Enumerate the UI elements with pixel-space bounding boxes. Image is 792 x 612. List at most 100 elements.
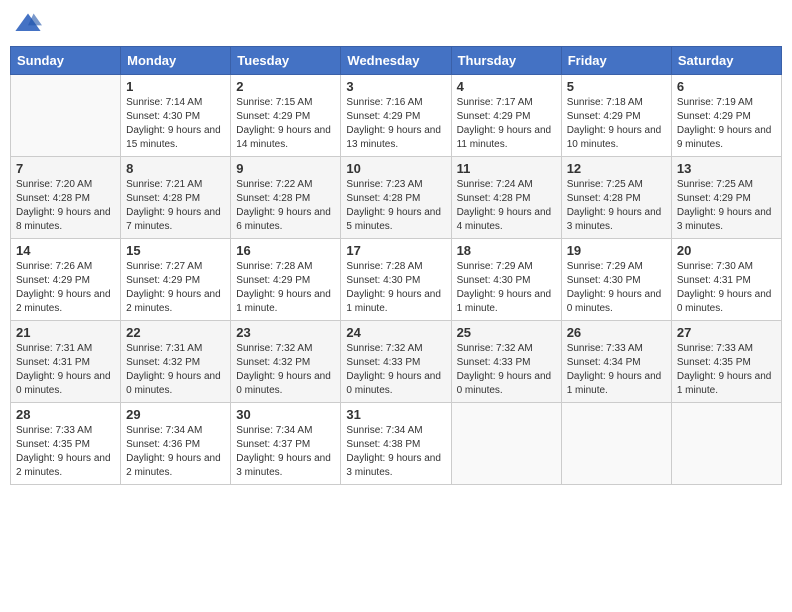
day-info: Sunrise: 7:26 AMSunset: 4:29 PMDaylight:… xyxy=(16,260,115,316)
day-number: 18 xyxy=(457,243,556,258)
day-number: 28 xyxy=(16,407,115,422)
day-number: 14 xyxy=(16,243,115,258)
day-info: Sunrise: 7:28 AMSunset: 4:30 PMDaylight:… xyxy=(346,260,445,316)
calendar-day-cell: 9 Sunrise: 7:22 AMSunset: 4:28 PMDaylight… xyxy=(231,157,341,239)
day-info: Sunrise: 7:32 AMSunset: 4:33 PMDaylight:… xyxy=(346,342,445,398)
calendar-day-cell: 11 Sunrise: 7:24 AMSunset: 4:28 PMDayligh… xyxy=(451,157,561,239)
calendar-day-cell xyxy=(671,403,781,485)
day-number: 31 xyxy=(346,407,445,422)
logo-icon xyxy=(14,10,42,38)
day-number: 8 xyxy=(126,161,225,176)
calendar-day-cell xyxy=(11,75,121,157)
day-info: Sunrise: 7:16 AMSunset: 4:29 PMDaylight:… xyxy=(346,96,445,152)
calendar-week-row: 21Sunrise: 7:31 AMSunset: 4:31 PMDayligh… xyxy=(11,321,782,403)
calendar-day-cell: 14 Sunrise: 7:26 AMSunset: 4:29 PMDayligh… xyxy=(11,239,121,321)
day-number: 26 xyxy=(567,325,666,340)
day-number: 1 xyxy=(126,79,225,94)
day-info: Sunrise: 7:14 AMSunset: 4:30 PMDaylight:… xyxy=(126,96,225,152)
day-info: Sunrise: 7:29 AMSunset: 4:30 PMDaylight:… xyxy=(567,260,666,316)
calendar-day-cell: 10 Sunrise: 7:23 AMSunset: 4:28 PMDayligh… xyxy=(341,157,451,239)
calendar-day-cell: 3 Sunrise: 7:16 AMSunset: 4:29 PMDaylight… xyxy=(341,75,451,157)
day-info: Sunrise: 7:34 AMSunset: 4:36 PMDaylight:… xyxy=(126,424,225,480)
day-number: 6 xyxy=(677,79,776,94)
day-number: 23 xyxy=(236,325,335,340)
day-of-week-header: Thursday xyxy=(451,47,561,75)
day-info: Sunrise: 7:32 AMSunset: 4:32 PMDaylight:… xyxy=(236,342,335,398)
day-info: Sunrise: 7:15 AMSunset: 4:29 PMDaylight:… xyxy=(236,96,335,152)
day-number: 2 xyxy=(236,79,335,94)
day-info: Sunrise: 7:19 AMSunset: 4:29 PMDaylight:… xyxy=(677,96,776,152)
day-info: Sunrise: 7:23 AMSunset: 4:28 PMDaylight:… xyxy=(346,178,445,234)
calendar-day-cell: 18 Sunrise: 7:29 AMSunset: 4:30 PMDayligh… xyxy=(451,239,561,321)
calendar-day-cell: 16Sunrise: 7:28 AMSunset: 4:29 PMDayligh… xyxy=(231,239,341,321)
calendar-day-cell: 28 Sunrise: 7:33 AMSunset: 4:35 PMDayligh… xyxy=(11,403,121,485)
day-info: Sunrise: 7:30 AMSunset: 4:31 PMDaylight:… xyxy=(677,260,776,316)
day-info: Sunrise: 7:33 AMSunset: 4:34 PMDaylight:… xyxy=(567,342,666,398)
day-number: 17 xyxy=(346,243,445,258)
calendar-day-cell: 5 Sunrise: 7:18 AMSunset: 4:29 PMDaylight… xyxy=(561,75,671,157)
day-info: Sunrise: 7:33 AMSunset: 4:35 PMDaylight:… xyxy=(16,424,115,480)
calendar-day-cell: 23 Sunrise: 7:32 AMSunset: 4:32 PMDayligh… xyxy=(231,321,341,403)
day-number: 27 xyxy=(677,325,776,340)
logo xyxy=(14,10,46,38)
calendar-day-cell: 25Sunrise: 7:32 AMSunset: 4:33 PMDayligh… xyxy=(451,321,561,403)
day-of-week-header: Monday xyxy=(121,47,231,75)
day-number: 9 xyxy=(236,161,335,176)
calendar-day-cell: 1 Sunrise: 7:14 AMSunset: 4:30 PMDaylight… xyxy=(121,75,231,157)
day-number: 5 xyxy=(567,79,666,94)
day-number: 19 xyxy=(567,243,666,258)
day-info: Sunrise: 7:29 AMSunset: 4:30 PMDaylight:… xyxy=(457,260,556,316)
day-number: 3 xyxy=(346,79,445,94)
day-of-week-header: Sunday xyxy=(11,47,121,75)
day-number: 30 xyxy=(236,407,335,422)
day-number: 22 xyxy=(126,325,225,340)
calendar-day-cell: 26 Sunrise: 7:33 AMSunset: 4:34 PMDayligh… xyxy=(561,321,671,403)
day-of-week-header: Saturday xyxy=(671,47,781,75)
day-number: 11 xyxy=(457,161,556,176)
day-number: 12 xyxy=(567,161,666,176)
calendar-day-cell xyxy=(451,403,561,485)
page-header xyxy=(10,10,782,38)
calendar-day-cell: 30 Sunrise: 7:34 AMSunset: 4:37 PMDayligh… xyxy=(231,403,341,485)
calendar-day-cell: 21Sunrise: 7:31 AMSunset: 4:31 PMDayligh… xyxy=(11,321,121,403)
calendar-day-cell: 27 Sunrise: 7:33 AMSunset: 4:35 PMDayligh… xyxy=(671,321,781,403)
calendar-day-cell: 8 Sunrise: 7:21 AMSunset: 4:28 PMDaylight… xyxy=(121,157,231,239)
calendar-day-cell: 17 Sunrise: 7:28 AMSunset: 4:30 PMDayligh… xyxy=(341,239,451,321)
day-number: 21 xyxy=(16,325,115,340)
day-info: Sunrise: 7:25 AMSunset: 4:28 PMDaylight:… xyxy=(567,178,666,234)
calendar-day-cell: 19 Sunrise: 7:29 AMSunset: 4:30 PMDayligh… xyxy=(561,239,671,321)
day-of-week-header: Friday xyxy=(561,47,671,75)
calendar-day-cell: 29 Sunrise: 7:34 AMSunset: 4:36 PMDayligh… xyxy=(121,403,231,485)
calendar-day-cell: 22Sunrise: 7:31 AMSunset: 4:32 PMDayligh… xyxy=(121,321,231,403)
day-number: 13 xyxy=(677,161,776,176)
day-info: Sunrise: 7:24 AMSunset: 4:28 PMDaylight:… xyxy=(457,178,556,234)
day-info: Sunrise: 7:27 AMSunset: 4:29 PMDaylight:… xyxy=(126,260,225,316)
day-info: Sunrise: 7:18 AMSunset: 4:29 PMDaylight:… xyxy=(567,96,666,152)
day-number: 20 xyxy=(677,243,776,258)
day-info: Sunrise: 7:21 AMSunset: 4:28 PMDaylight:… xyxy=(126,178,225,234)
calendar-day-cell: 6 Sunrise: 7:19 AMSunset: 4:29 PMDaylight… xyxy=(671,75,781,157)
day-info: Sunrise: 7:22 AMSunset: 4:28 PMDaylight:… xyxy=(236,178,335,234)
calendar-day-cell xyxy=(561,403,671,485)
day-number: 7 xyxy=(16,161,115,176)
calendar-week-row: 28 Sunrise: 7:33 AMSunset: 4:35 PMDayligh… xyxy=(11,403,782,485)
day-info: Sunrise: 7:33 AMSunset: 4:35 PMDaylight:… xyxy=(677,342,776,398)
calendar-day-cell: 31Sunrise: 7:34 AMSunset: 4:38 PMDayligh… xyxy=(341,403,451,485)
calendar-day-cell: 4 Sunrise: 7:17 AMSunset: 4:29 PMDaylight… xyxy=(451,75,561,157)
day-info: Sunrise: 7:25 AMSunset: 4:29 PMDaylight:… xyxy=(677,178,776,234)
day-of-week-header: Wednesday xyxy=(341,47,451,75)
day-number: 4 xyxy=(457,79,556,94)
day-number: 10 xyxy=(346,161,445,176)
day-number: 29 xyxy=(126,407,225,422)
calendar-header-row: SundayMondayTuesdayWednesdayThursdayFrid… xyxy=(11,47,782,75)
calendar-day-cell: 15Sunrise: 7:27 AMSunset: 4:29 PMDayligh… xyxy=(121,239,231,321)
calendar-week-row: 1 Sunrise: 7:14 AMSunset: 4:30 PMDaylight… xyxy=(11,75,782,157)
day-number: 24 xyxy=(346,325,445,340)
calendar-day-cell: 2 Sunrise: 7:15 AMSunset: 4:29 PMDaylight… xyxy=(231,75,341,157)
day-info: Sunrise: 7:17 AMSunset: 4:29 PMDaylight:… xyxy=(457,96,556,152)
day-info: Sunrise: 7:28 AMSunset: 4:29 PMDaylight:… xyxy=(236,260,335,316)
calendar-week-row: 7 Sunrise: 7:20 AMSunset: 4:28 PMDaylight… xyxy=(11,157,782,239)
day-info: Sunrise: 7:34 AMSunset: 4:37 PMDaylight:… xyxy=(236,424,335,480)
day-info: Sunrise: 7:20 AMSunset: 4:28 PMDaylight:… xyxy=(16,178,115,234)
calendar-week-row: 14 Sunrise: 7:26 AMSunset: 4:29 PMDayligh… xyxy=(11,239,782,321)
